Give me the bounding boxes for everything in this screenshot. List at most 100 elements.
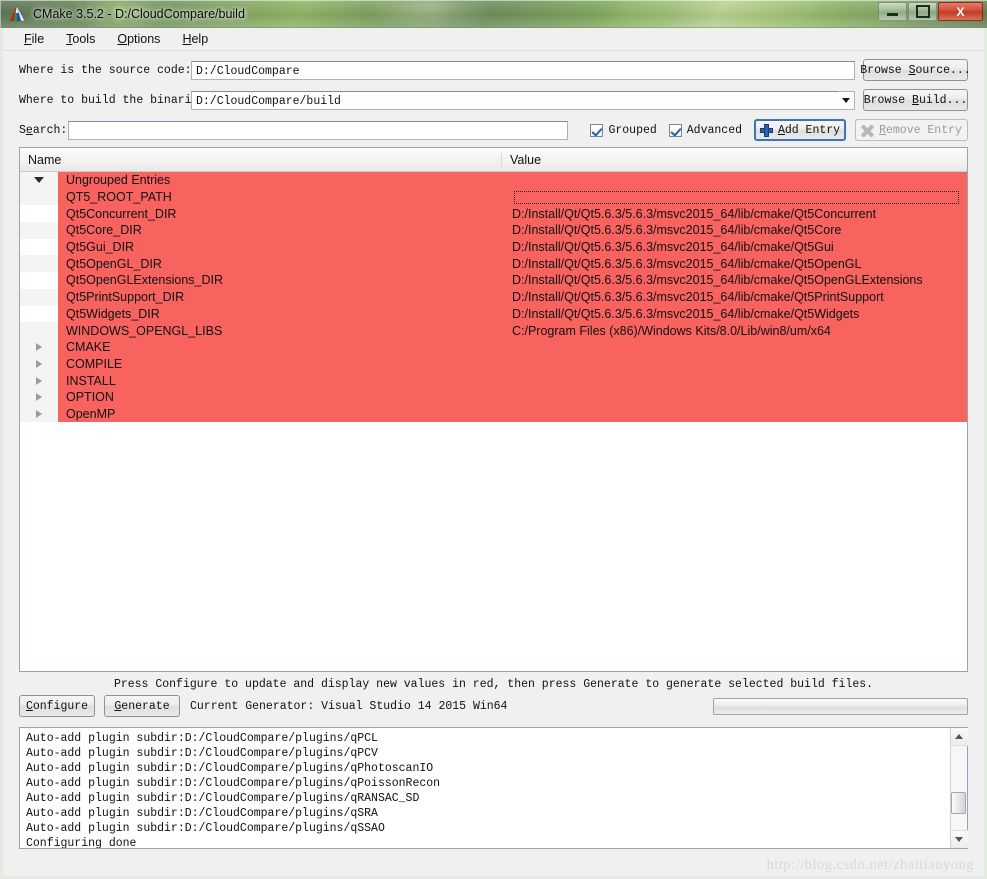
table-row[interactable]: Qt5OpenGL_DIR D:/Install/Qt/Qt5.6.3/5.6.3…	[20, 255, 967, 273]
table-header: Name Value	[20, 148, 967, 172]
browse-build-button[interactable]: Browse Build...	[863, 89, 968, 111]
menu-tools[interactable]: Tools	[55, 30, 106, 48]
tree-expander-collapsed[interactable]	[20, 405, 58, 423]
path-section: Where is the source code: D:/CloudCompar…	[3, 51, 984, 111]
log-line: Auto-add plugin subdir:D:/CloudCompare/p…	[26, 732, 378, 745]
table-cell-value: C:/Program Files (x86)/Windows Kits/8.0/…	[502, 322, 967, 339]
output-log-panel[interactable]: Auto-add plugin subdir:D:/CloudCompare/p…	[19, 727, 968, 849]
configure-button[interactable]: Configure	[19, 695, 95, 717]
search-input[interactable]	[68, 120, 568, 140]
table-row[interactable]: Qt5Concurrent_DIR D:/Install/Qt/Qt5.6.3/5…	[20, 205, 967, 223]
table-cell-value: D:/Install/Qt/Qt5.6.3/5.6.3/msvc2015_64/…	[502, 288, 967, 306]
grouped-checkbox[interactable]: Grouped	[590, 123, 657, 137]
table-cell-name: Qt5Core_DIR	[58, 222, 502, 239]
log-line: Auto-add plugin subdir:D:/CloudCompare/p…	[26, 792, 420, 805]
scroll-up-button[interactable]	[950, 728, 968, 746]
source-label: Where is the source code:	[19, 63, 192, 77]
table-row-group[interactable]: INSTALL	[20, 372, 967, 389]
table-row-group[interactable]: COMPILE	[20, 355, 967, 373]
table-row-group[interactable]: OPTION	[20, 388, 967, 406]
add-entry-button[interactable]: Add Entry	[754, 119, 846, 141]
scroll-thumb[interactable]	[951, 792, 966, 814]
table-cell-name: INSTALL	[58, 372, 502, 389]
scroll-down-button[interactable]	[950, 830, 968, 848]
group-header-label: Ungrouped Entries	[58, 172, 502, 189]
table-row-group[interactable]: OpenMP	[20, 405, 967, 423]
tree-expander-collapsed[interactable]	[20, 372, 58, 389]
minimize-button[interactable]	[878, 2, 907, 21]
value-edit-focus	[514, 190, 959, 204]
table-cell-name: WINDOWS_OPENGL_LIBS	[58, 322, 502, 339]
remove-entry-button[interactable]: Remove Entry	[855, 119, 968, 141]
table-row[interactable]: Qt5PrintSupport_DIR D:/Install/Qt/Qt5.6.3…	[20, 288, 967, 306]
table-row[interactable]: Qt5Core_DIR D:/Install/Qt/Qt5.6.3/5.6.3/m…	[20, 222, 967, 239]
menu-options[interactable]: Options	[106, 30, 171, 48]
source-input[interactable]: D:/CloudCompare	[191, 60, 855, 80]
plus-icon	[759, 123, 773, 137]
search-label: Search:	[19, 123, 68, 137]
grouped-checkbox-box	[590, 123, 604, 137]
menu-help[interactable]: Help	[171, 30, 219, 48]
configure-hint: Press Configure to update and display ne…	[113, 678, 874, 691]
table-cell-value	[502, 188, 967, 206]
table-cell-name: OPTION	[58, 388, 502, 406]
source-row: Where is the source code: D:/CloudCompar…	[19, 59, 971, 81]
column-header-name[interactable]: Name	[20, 152, 502, 167]
table-cell-name: CMAKE	[58, 338, 502, 356]
watermark-text: http://blog.csdn.net/zhaitianyong	[766, 857, 974, 873]
tree-expander-open[interactable]	[20, 172, 58, 189]
table-cell-name: OpenMP	[58, 405, 502, 423]
output-log-text: Auto-add plugin subdir:D:/CloudCompare/p…	[20, 728, 950, 848]
build-input[interactable]: D:/CloudCompare/build	[191, 90, 839, 110]
table-cell-name: COMPILE	[58, 355, 502, 373]
grouped-label: Grouped	[608, 123, 657, 137]
table-row[interactable]: QT5_ROOT_PATH	[20, 188, 967, 206]
table-cell-value: D:/Install/Qt/Qt5.6.3/5.6.3/msvc2015_64/…	[502, 205, 967, 223]
close-button[interactable]: X	[938, 2, 983, 21]
generate-button[interactable]: Generate	[104, 695, 180, 717]
log-line: Auto-add plugin subdir:D:/CloudCompare/p…	[26, 777, 441, 790]
table-cell-name: QT5_ROOT_PATH	[58, 188, 502, 206]
table-row-group-header[interactable]: Ungrouped Entries	[20, 172, 967, 189]
build-label: Where to build the binaries:	[19, 93, 213, 107]
column-header-value[interactable]: Value	[502, 153, 541, 167]
window-controls: X	[878, 2, 983, 21]
table-cell-name: Qt5OpenGL_DIR	[58, 255, 502, 273]
cmake-logo-icon	[8, 5, 26, 23]
window-body: File Tools Options Help Where is the sou…	[0, 28, 987, 879]
table-cell-name: Qt5OpenGLExtensions_DIR	[58, 272, 502, 289]
cache-entries-table[interactable]: Name Value Ungrouped Entries QT5_ROOT_PAT…	[19, 147, 968, 672]
table-cell-value: D:/Install/Qt/Qt5.6.3/5.6.3/msvc2015_64/…	[502, 222, 967, 239]
table-cell-value: D:/Install/Qt/Qt5.6.3/5.6.3/msvc2015_64/…	[502, 255, 967, 273]
browse-source-button[interactable]: Browse Source...	[860, 59, 971, 81]
table-row[interactable]: Qt5Gui_DIR D:/Install/Qt/Qt5.6.3/5.6.3/ms…	[20, 238, 967, 256]
x-icon	[860, 123, 875, 138]
table-row[interactable]: WINDOWS_OPENGL_LIBS C:/Program Files (x86…	[20, 322, 967, 339]
window-titlebar[interactable]: CMake 3.5.2 - D:/CloudCompare/build X	[0, 0, 987, 28]
tree-expander-collapsed[interactable]	[20, 388, 58, 406]
log-line: Configuring done	[26, 837, 137, 848]
advanced-label: Advanced	[686, 123, 742, 137]
advanced-checkbox-box	[668, 123, 682, 137]
table-row[interactable]: Qt5OpenGLExtensions_DIR D:/Install/Qt/Qt5…	[20, 272, 967, 289]
build-row: Where to build the binaries: D:/CloudCom…	[19, 89, 968, 111]
current-generator-label: Current Generator: Visual Studio 14 2015…	[190, 699, 508, 713]
window-title: CMake 3.5.2 - D:/CloudCompare/build	[33, 7, 245, 21]
table-cell-value: D:/Install/Qt/Qt5.6.3/5.6.3/msvc2015_64/…	[502, 305, 967, 323]
maximize-button[interactable]	[908, 2, 937, 21]
build-dropdown-arrow[interactable]	[838, 90, 855, 110]
log-line: Auto-add plugin subdir:D:/CloudCompare/p…	[26, 762, 434, 775]
table-row[interactable]: Qt5Widgets_DIR D:/Install/Qt/Qt5.6.3/5.6.…	[20, 305, 967, 323]
table-cell-value: D:/Install/Qt/Qt5.6.3/5.6.3/msvc2015_64/…	[502, 238, 967, 256]
tree-expander-collapsed[interactable]	[20, 355, 58, 373]
log-scrollbar[interactable]	[950, 728, 968, 848]
table-cell-name: Qt5Gui_DIR	[58, 238, 502, 256]
table-row-group[interactable]: CMAKE	[20, 338, 967, 356]
tree-expander-collapsed[interactable]	[20, 338, 58, 356]
table-cell-name: Qt5Concurrent_DIR	[58, 205, 502, 223]
menu-file[interactable]: File	[13, 30, 55, 48]
table-body: Ungrouped Entries QT5_ROOT_PATH Qt5Concurr…	[20, 172, 967, 423]
advanced-checkbox[interactable]: Advanced	[668, 123, 742, 137]
table-cell-value: D:/Install/Qt/Qt5.6.3/5.6.3/msvc2015_64/…	[502, 272, 967, 289]
log-line: Auto-add plugin subdir:D:/CloudCompare/p…	[26, 807, 378, 820]
